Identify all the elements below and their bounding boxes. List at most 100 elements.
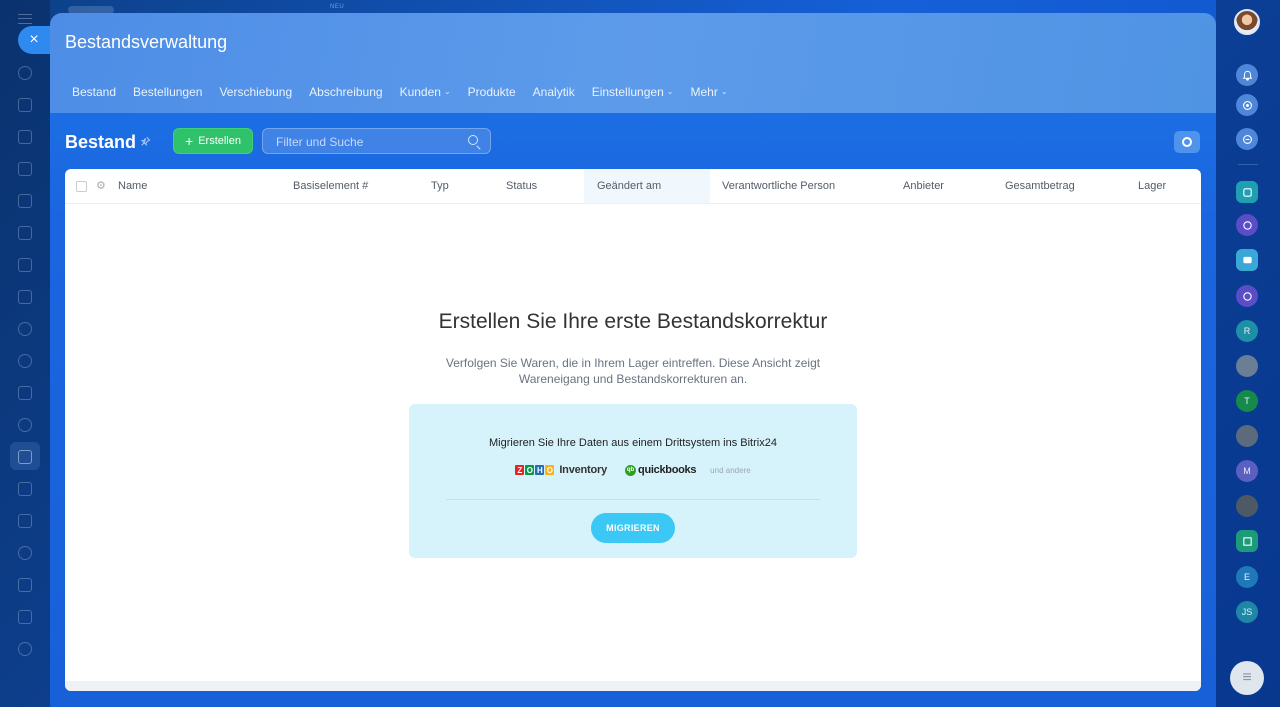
app-icon-purple-2[interactable] xyxy=(1236,285,1258,307)
nav-tab-label: Mehr xyxy=(690,85,718,99)
contact-avatar-e[interactable]: E xyxy=(1236,566,1258,588)
column-header-responsible[interactable]: Verantwortliche Person xyxy=(722,169,835,203)
sidebar-icon-analytics[interactable] xyxy=(18,482,32,496)
sidebar-icon-feed[interactable] xyxy=(18,66,32,80)
contact-avatar-js[interactable]: JS xyxy=(1236,601,1258,623)
contact-avatar-r[interactable]: R xyxy=(1236,320,1258,342)
chevron-down-icon: ⌄ xyxy=(720,87,728,96)
sidebar-icon-contacts[interactable] xyxy=(18,322,32,336)
column-header-warehouse[interactable]: Lager xyxy=(1138,169,1166,203)
contact-avatar-photo-2[interactable] xyxy=(1236,425,1258,447)
menu-icon[interactable] xyxy=(18,14,32,24)
sidebar-icon-calendar[interactable] xyxy=(18,162,32,176)
app-title: Bestandsverwaltung xyxy=(65,32,228,52)
column-header-modified[interactable]: Geändert am xyxy=(584,169,710,203)
zoho-product-name: Inventory xyxy=(559,464,608,476)
user-avatar[interactable] xyxy=(1234,9,1260,35)
chat-list-icon[interactable]: ≡ xyxy=(1230,661,1264,695)
sidebar-icon-marketing[interactable] xyxy=(18,418,32,432)
top-strip: NEU xyxy=(50,0,1216,14)
column-header-vendor[interactable]: Anbieter xyxy=(903,169,944,203)
migrate-button[interactable]: MIGRIEREN xyxy=(591,513,675,543)
nav-tab-einstellungen[interactable]: Einstellungen ⌄ xyxy=(584,83,683,101)
contact-avatar-m[interactable]: M xyxy=(1236,460,1258,482)
nav-tab-label: Abschreibung xyxy=(309,85,383,99)
nav-tab-label: Produkte xyxy=(467,85,516,99)
app-icon-purple[interactable] xyxy=(1236,214,1258,236)
migration-title: Migrieren Sie Ihre Daten aus einem Dritt… xyxy=(489,437,777,449)
column-header-status[interactable]: Status xyxy=(506,169,537,203)
copilot-icon[interactable] xyxy=(1236,94,1258,116)
sidebar-icon-data[interactable] xyxy=(18,610,32,624)
right-sidebar: R T M E JS ≡ xyxy=(1216,0,1280,707)
chevron-down-icon: ⌄ xyxy=(666,87,674,96)
app-icon-green[interactable] xyxy=(1236,530,1258,552)
right-rail-divider xyxy=(1238,164,1258,165)
close-panel-button[interactable]: × xyxy=(18,26,50,54)
sidebar-icon-team[interactable] xyxy=(18,578,32,592)
sidebar-icon-sites[interactable] xyxy=(18,354,32,368)
select-all-checkbox[interactable] xyxy=(76,181,87,192)
sidebar-icon-store[interactable] xyxy=(18,386,32,400)
contact-avatar-photo-3[interactable] xyxy=(1236,495,1258,517)
nav-tab-verschiebung[interactable]: Verschiebung xyxy=(211,83,301,101)
empty-state-title: Erstellen Sie Ihre erste Bestandskorrekt… xyxy=(438,310,828,333)
nav-tab-kunden[interactable]: Kunden ⌄ xyxy=(392,83,460,101)
sidebar-icon-mail[interactable] xyxy=(18,290,32,304)
nav-tab-label: Bestand xyxy=(72,85,117,99)
zoho-letter: H xyxy=(535,465,545,475)
chevron-down-icon: ⌄ xyxy=(443,87,451,96)
sidebar-icon-help[interactable] xyxy=(18,546,32,560)
quickbooks-name: quickbooks xyxy=(638,464,697,476)
chat-group-icon[interactable] xyxy=(1236,249,1258,271)
sidebar-icon-inventory[interactable] xyxy=(18,450,32,464)
new-badge: NEU xyxy=(330,4,345,10)
sidebar-icon-crm[interactable] xyxy=(18,258,32,272)
nav-tab-label: Verschiebung xyxy=(219,85,293,99)
sidebar-icon-shop[interactable] xyxy=(18,514,32,528)
search-chat-icon[interactable] xyxy=(1236,128,1258,150)
column-header-base-element[interactable]: Basiselement # xyxy=(293,169,368,203)
nav-tab-label: Analytik xyxy=(532,85,575,99)
nav-tab-bestand[interactable]: Bestand xyxy=(64,83,125,101)
quickbooks-logo: qb quickbooks xyxy=(625,464,696,476)
zoho-letter: Z xyxy=(515,465,525,475)
grid-card: ⚙ Name Basiselement # Typ Status Geänder… xyxy=(65,169,1201,691)
nav-tab-produkte[interactable]: Produkte xyxy=(460,83,525,101)
empty-state-description: Verfolgen Sie Waren, die in Ihrem Lager … xyxy=(445,356,821,386)
nav-tab-abschreibung[interactable]: Abschreibung xyxy=(301,83,391,101)
migration-box: Migrieren Sie Ihre Daten aus einem Dritt… xyxy=(409,404,857,558)
app-icon-teal[interactable] xyxy=(1236,181,1258,203)
migration-logos: Z O H O Inventory qb quickbooks und ande… xyxy=(409,462,857,478)
panel-header: Bestandsverwaltung Bestand Bestellungen … xyxy=(50,13,1216,113)
slider-panel: Bestandsverwaltung Bestand Bestellungen … xyxy=(50,13,1216,707)
contact-avatar-t[interactable]: T xyxy=(1236,390,1258,412)
bell-icon[interactable] xyxy=(1236,64,1258,86)
contact-avatar-photo-1[interactable] xyxy=(1236,355,1258,377)
gear-icon[interactable]: ⚙ xyxy=(96,180,106,192)
column-header-total[interactable]: Gesamtbetrag xyxy=(1005,169,1075,203)
sidebar-icon-chat[interactable] xyxy=(18,130,32,144)
migration-divider xyxy=(446,499,820,500)
page-title: Bestand xyxy=(65,132,137,152)
sidebar-icon-news[interactable] xyxy=(18,98,32,112)
nav-tab-bestellungen[interactable]: Bestellungen xyxy=(125,83,211,101)
settings-button[interactable] xyxy=(1174,131,1200,153)
create-button[interactable]: + Erstellen xyxy=(173,128,253,154)
column-header-type[interactable]: Typ xyxy=(431,169,449,203)
nav-tab-mehr[interactable]: Mehr ⌄ xyxy=(682,83,736,101)
grid-header: ⚙ Name Basiselement # Typ Status Geänder… xyxy=(65,169,1201,204)
sidebar-icon-more[interactable] xyxy=(18,642,32,656)
plus-icon: + xyxy=(185,133,194,149)
filter-search-box[interactable] xyxy=(262,128,491,155)
column-header-name[interactable]: Name xyxy=(118,169,147,203)
quickbooks-badge-icon: qb xyxy=(625,464,637,476)
search-input[interactable] xyxy=(274,129,458,155)
sidebar-icon-tasks[interactable] xyxy=(18,226,32,240)
zoho-letter: O xyxy=(545,465,555,475)
grid-footer-bar xyxy=(65,681,1201,691)
nav-tab-analytik[interactable]: Analytik xyxy=(525,83,584,101)
sidebar-icon-documents[interactable] xyxy=(18,194,32,208)
pin-icon[interactable] xyxy=(140,136,152,148)
search-icon[interactable] xyxy=(468,135,478,145)
